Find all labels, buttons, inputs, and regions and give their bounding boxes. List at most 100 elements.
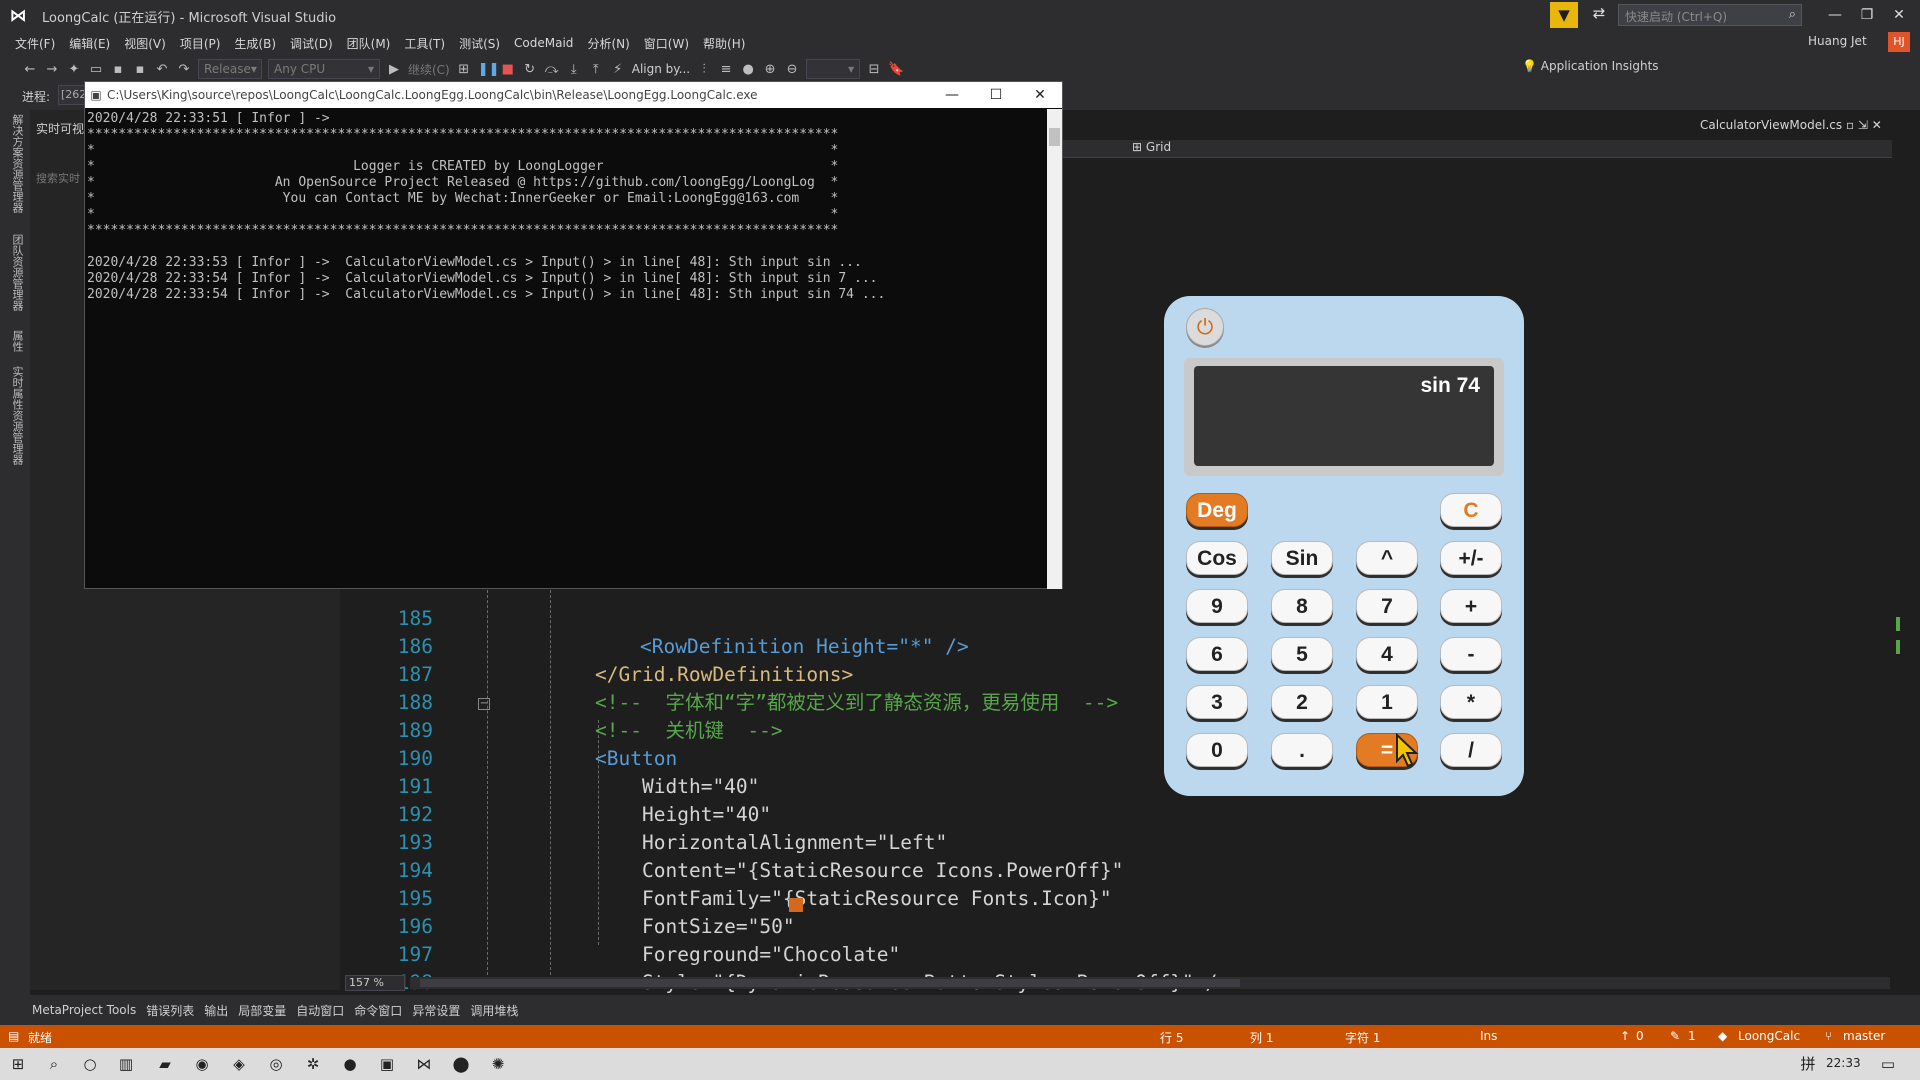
hot-reload-icon[interactable]: ⚡ bbox=[610, 62, 626, 77]
collapse-region-icon[interactable]: − bbox=[478, 698, 490, 710]
menu-tools[interactable]: 工具(T) bbox=[397, 35, 452, 52]
menu-codemaid[interactable]: CodeMaid bbox=[507, 36, 580, 50]
sin-button[interactable]: Sin bbox=[1271, 541, 1333, 575]
tab-error-list[interactable]: 错误列表 bbox=[146, 1002, 194, 1019]
notification-icon[interactable]: ▭ bbox=[1878, 1054, 1898, 1074]
notification-filter-icon[interactable]: ▼ bbox=[1550, 2, 1578, 28]
app-icon[interactable]: ● bbox=[340, 1054, 360, 1074]
save-icon[interactable]: ▪ bbox=[110, 62, 126, 77]
forward-icon[interactable]: → bbox=[44, 62, 60, 77]
repo-icon[interactable]: ◆ bbox=[1718, 1029, 1727, 1043]
zoom-out-icon[interactable]: ⊖ bbox=[784, 62, 800, 77]
zoom-in-icon[interactable]: ⊕ bbox=[762, 62, 778, 77]
digit-4-button[interactable]: 4 bbox=[1356, 637, 1418, 671]
record-icon[interactable]: ● bbox=[740, 62, 756, 77]
user-avatar[interactable]: HJ bbox=[1888, 32, 1910, 52]
close-button[interactable]: ✕ bbox=[1884, 4, 1914, 26]
digit-6-button[interactable]: 6 bbox=[1186, 637, 1248, 671]
platform-dropdown[interactable]: Any CPU ▾ bbox=[268, 59, 380, 79]
deg-button[interactable]: Deg bbox=[1186, 493, 1248, 527]
live-share-icon[interactable]: ⇄ bbox=[1588, 4, 1610, 26]
menu-view[interactable]: 视图(V) bbox=[117, 35, 173, 52]
taskbar-clock[interactable]: 22:33 bbox=[1826, 1056, 1861, 1070]
app-icon[interactable]: ◈ bbox=[229, 1054, 249, 1074]
cos-button[interactable]: Cos bbox=[1186, 541, 1248, 575]
visual-studio-icon[interactable]: ⋈ bbox=[414, 1054, 434, 1074]
chrome-icon[interactable]: ◉ bbox=[192, 1054, 212, 1074]
power-off-button[interactable]: ⏻ bbox=[1186, 308, 1224, 346]
menu-project[interactable]: 项目(P) bbox=[173, 35, 228, 52]
minus-button[interactable]: - bbox=[1440, 637, 1502, 671]
search-icon[interactable]: ⌕ bbox=[44, 1054, 64, 1074]
multiply-button[interactable]: * bbox=[1440, 685, 1502, 719]
tab-command-window[interactable]: 命令窗口 bbox=[354, 1002, 402, 1019]
console-close-button[interactable]: ✕ bbox=[1025, 84, 1055, 106]
task-view-icon[interactable]: ▥ bbox=[116, 1054, 136, 1074]
config-dropdown[interactable]: Release ▾ bbox=[198, 59, 262, 79]
continue-button[interactable]: 继续(C) bbox=[408, 61, 450, 78]
application-insights-button[interactable]: 💡 Application Insights bbox=[1522, 59, 1659, 73]
align-icon[interactable]: ⫶ bbox=[696, 62, 712, 77]
vtab-team-explorer[interactable]: 团队资源管理器 bbox=[8, 234, 24, 311]
app-icon[interactable]: ◎ bbox=[266, 1054, 286, 1074]
pencil-icon[interactable]: ✎ bbox=[1670, 1029, 1680, 1043]
restart-icon[interactable]: ↻ bbox=[522, 62, 538, 77]
zoom-level-dropdown[interactable]: 157 % bbox=[345, 975, 405, 991]
zoom-dropdown[interactable]: ▾ bbox=[806, 59, 861, 79]
step-out-icon[interactable]: ⤒ bbox=[588, 62, 604, 77]
menu-edit[interactable]: 编辑(E) bbox=[62, 35, 117, 52]
arrow-up-icon[interactable]: ↑ bbox=[1620, 1029, 1630, 1043]
menu-test[interactable]: 测试(S) bbox=[452, 35, 507, 52]
digit-8-button[interactable]: 8 bbox=[1271, 589, 1333, 623]
tab-call-stack[interactable]: 调用堆栈 bbox=[470, 1002, 518, 1019]
power-operator-button[interactable]: ^ bbox=[1356, 541, 1418, 575]
divide-button[interactable]: / bbox=[1440, 733, 1502, 767]
console-scroll-thumb[interactable] bbox=[1049, 128, 1060, 146]
record-icon[interactable]: ⬤ bbox=[451, 1054, 471, 1074]
digit-3-button[interactable]: 3 bbox=[1186, 685, 1248, 719]
status-pencil-count[interactable]: 1 bbox=[1688, 1029, 1696, 1043]
tab-metaproject-tools[interactable]: MetaProject Tools bbox=[32, 1003, 136, 1017]
digit-1-button[interactable]: 1 bbox=[1356, 685, 1418, 719]
digit-2-button[interactable]: 2 bbox=[1271, 685, 1333, 719]
open-icon[interactable]: ▭ bbox=[88, 62, 104, 77]
negate-button[interactable]: +/- bbox=[1440, 541, 1502, 575]
panel-search-input[interactable]: 搜索实时 bbox=[36, 170, 86, 186]
vertical-scrollbar[interactable] bbox=[1893, 160, 1907, 980]
user-name[interactable]: Huang Jet bbox=[1808, 34, 1867, 48]
horizontal-scroll-thumb[interactable] bbox=[420, 979, 1240, 987]
step-over-icon[interactable]: ⤼ bbox=[544, 62, 560, 77]
excel-icon[interactable]: ▣ bbox=[377, 1054, 397, 1074]
console-scrollbar[interactable] bbox=[1047, 109, 1062, 589]
branch-icon[interactable]: ⑂ bbox=[1825, 1029, 1832, 1043]
quick-launch-input[interactable]: 快速启动 (Ctrl+Q) ⌕ bbox=[1618, 4, 1802, 26]
file-explorer-icon[interactable]: ▰ bbox=[155, 1054, 175, 1074]
cortana-icon[interactable]: ○ bbox=[80, 1054, 100, 1074]
app-icon[interactable]: ✲ bbox=[303, 1054, 323, 1074]
menu-debug[interactable]: 调试(D) bbox=[283, 35, 340, 52]
document-tab[interactable]: CalculatorViewModel.cs ▫ ⇲ ✕ bbox=[1700, 118, 1882, 132]
console-title-bar[interactable]: ▣ C:\Users\King\source\repos\LoongCalc\L… bbox=[85, 82, 1062, 108]
menu-window[interactable]: 窗口(W) bbox=[637, 35, 696, 52]
pin-icon[interactable]: ▫ ⇲ ✕ bbox=[1846, 118, 1882, 132]
vtab-live-properties[interactable]: 实时属性资源管理器 bbox=[8, 366, 24, 465]
tab-locals[interactable]: 局部变量 bbox=[238, 1002, 286, 1019]
pause-icon[interactable]: ❚❚ bbox=[478, 62, 500, 77]
decimal-button[interactable]: . bbox=[1271, 733, 1333, 767]
digit-5-button[interactable]: 5 bbox=[1271, 637, 1333, 671]
plus-button[interactable]: + bbox=[1440, 589, 1502, 623]
save-all-icon[interactable]: ▪ bbox=[132, 62, 148, 77]
menu-team[interactable]: 团队(M) bbox=[340, 35, 398, 52]
digit-0-button[interactable]: 0 bbox=[1186, 733, 1248, 767]
console-minimize-button[interactable]: — bbox=[937, 84, 967, 106]
menu-analyze[interactable]: 分析(N) bbox=[580, 35, 636, 52]
status-branch[interactable]: master bbox=[1843, 1029, 1885, 1043]
layout-icon[interactable]: ⊟ bbox=[866, 62, 882, 77]
back-icon[interactable]: ← bbox=[22, 62, 38, 77]
tab-autos[interactable]: 自动窗口 bbox=[296, 1002, 344, 1019]
console-maximize-button[interactable]: ☐ bbox=[981, 84, 1011, 106]
menu-help[interactable]: 帮助(H) bbox=[696, 35, 752, 52]
digit-9-button[interactable]: 9 bbox=[1186, 589, 1248, 623]
clear-button[interactable]: C bbox=[1440, 493, 1502, 527]
status-project[interactable]: LoongCalc bbox=[1738, 1029, 1800, 1043]
